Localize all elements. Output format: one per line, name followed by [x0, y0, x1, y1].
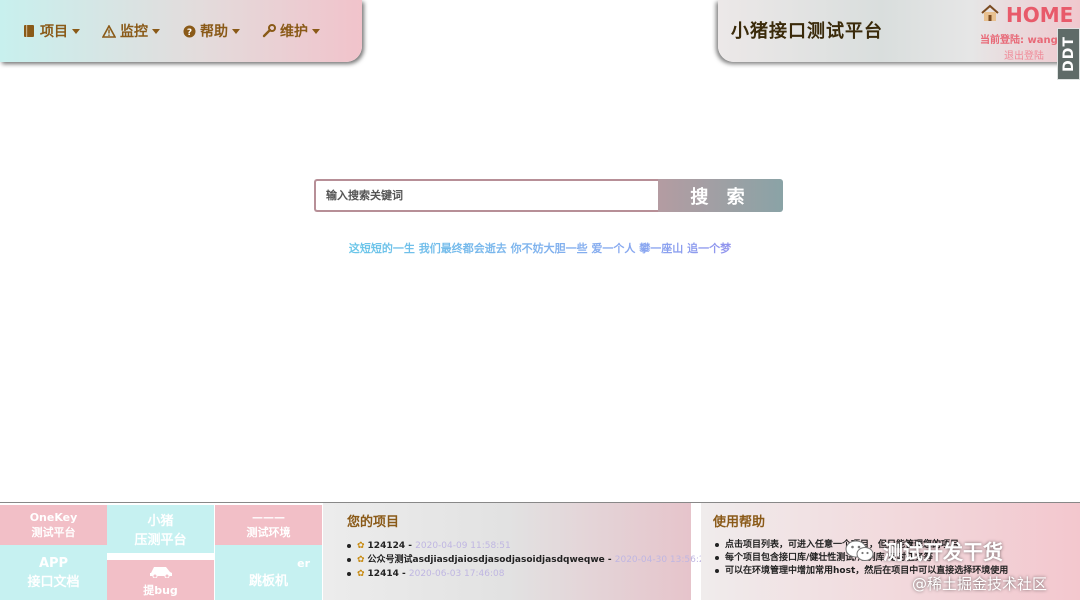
search-bar: 搜 索 — [314, 179, 783, 212]
car-icon — [148, 563, 174, 582]
svg-text:?: ? — [186, 28, 191, 38]
nav-item-label: 监控 — [120, 24, 148, 40]
main-nav: 项目 监控 ? 帮助 维护 — [0, 0, 362, 62]
chevron-down-icon — [152, 28, 160, 34]
project-name: 124124 — [367, 541, 406, 551]
tile-stress-test[interactable]: 小猪 压测平台 — [107, 505, 214, 553]
search-input[interactable] — [314, 179, 658, 212]
nav-item-maintain[interactable]: 维护 — [262, 21, 320, 41]
home-label: HOME — [1006, 3, 1074, 27]
tile-line2: 接口文档 — [27, 574, 80, 590]
project-time: 2020-04-30 13:56:26 — [614, 555, 711, 565]
tile-line2: 测试环境 — [246, 525, 291, 539]
projects-list: ✿ 124124 - 2020-04-09 11:58:51 ✿ 公众号测试asdj… — [347, 539, 710, 581]
tile-test-env[interactable]: ——— 测试环境 — [215, 505, 322, 545]
slogan-text: 这短短的一生 我们最终都会逝去 你不妨大胆一些 爱一个人 攀一座山 追一个梦 — [0, 240, 1080, 256]
logout-link[interactable]: 退出登陆 — [1004, 47, 1044, 62]
app-title: 小猪接口测试平台 — [731, 21, 883, 42]
page: 项目 监控 ? 帮助 维护 小猪接口测试平台 HOME 当前登陆: wang 退… — [0, 0, 1080, 600]
project-item[interactable]: ✿ 公众号测试asdjiasdjaiosdjasodjasoidjasdqweqw… — [347, 553, 710, 567]
tile-report-bug[interactable]: 提bug — [107, 560, 214, 600]
wrench-icon — [262, 24, 276, 38]
tile-onekey[interactable]: OneKey 测试平台 — [0, 505, 107, 545]
ddt-badge-label: DDT — [1060, 36, 1077, 72]
nav-item-label: 项目 — [40, 24, 68, 40]
separator: - — [604, 555, 615, 565]
chevron-down-icon — [232, 28, 240, 34]
project-name: 12414 — [367, 569, 399, 579]
brand-header: 小猪接口测试平台 HOME 当前登陆: wang 退出登陆 — [718, 0, 1080, 62]
chevron-down-icon — [312, 28, 320, 34]
home-link[interactable]: HOME — [980, 3, 1073, 27]
your-projects-panel: 您的项目 ✿ 124124 - 2020-04-09 11:58:51 ✿ 公众号测… — [323, 503, 710, 600]
tile-line2: 压测平台 — [134, 533, 187, 548]
nav-item-label: 维护 — [280, 24, 308, 40]
watermark: 测试开发干货 — [845, 536, 1003, 565]
current-user-text: 当前登陆: wang — [980, 35, 1058, 46]
tile-line2: 提bug — [143, 583, 178, 597]
gear-icon: ✿ — [357, 569, 365, 579]
chevron-down-icon — [72, 28, 80, 34]
gear-icon: ✿ — [357, 541, 365, 551]
help-title: 使用帮助 — [713, 515, 766, 530]
search-button[interactable]: 搜 索 — [658, 179, 783, 212]
project-time: 2020-06-03 17:46:08 — [408, 569, 505, 579]
watermark-text: 测试开发干货 — [883, 540, 1003, 564]
warning-icon — [102, 24, 116, 38]
tile-line1: ——— — [252, 510, 285, 524]
tile-line1: 小猪 — [147, 514, 174, 529]
watermark-sub: @稀土掘金技术社区 — [912, 575, 1048, 593]
nav-item-monitor[interactable]: 监控 — [102, 21, 160, 41]
separator: - — [398, 569, 409, 579]
project-time: 2020-04-09 11:58:51 — [415, 541, 511, 551]
project-item[interactable]: ✿ 12414 - 2020-06-03 17:46:08 — [347, 567, 691, 581]
tile-line1: er — [297, 556, 310, 570]
project-item[interactable]: ✿ 124124 - 2020-04-09 11:58:51 — [347, 539, 691, 553]
nav-item-help[interactable]: ? 帮助 — [182, 21, 240, 41]
projects-title: 您的项目 — [347, 515, 400, 530]
wechat-icon — [845, 539, 875, 563]
ddt-badge[interactable]: DDT — [1057, 28, 1080, 80]
tile-line2: 测试平台 — [31, 525, 76, 539]
nav-item-label: 帮助 — [200, 24, 228, 40]
tile-line2: 跳板机 — [248, 573, 288, 589]
project-name: 公众号测试asdjiasdjaiosdjasodjasoidjasdqweqwe — [367, 555, 605, 565]
tile-line1: APP — [38, 555, 69, 571]
tile-app-docs[interactable]: APP 接口文档 — [0, 545, 107, 600]
house-icon — [980, 3, 1000, 27]
nav-item-project[interactable]: 项目 — [22, 21, 80, 41]
book-icon — [22, 24, 36, 38]
separator: - — [405, 541, 416, 551]
question-icon: ? — [182, 24, 196, 38]
gear-icon: ✿ — [357, 555, 365, 565]
tile-line1: OneKey — [29, 510, 78, 524]
tile-jump-server[interactable]: er 跳板机 — [215, 545, 322, 600]
